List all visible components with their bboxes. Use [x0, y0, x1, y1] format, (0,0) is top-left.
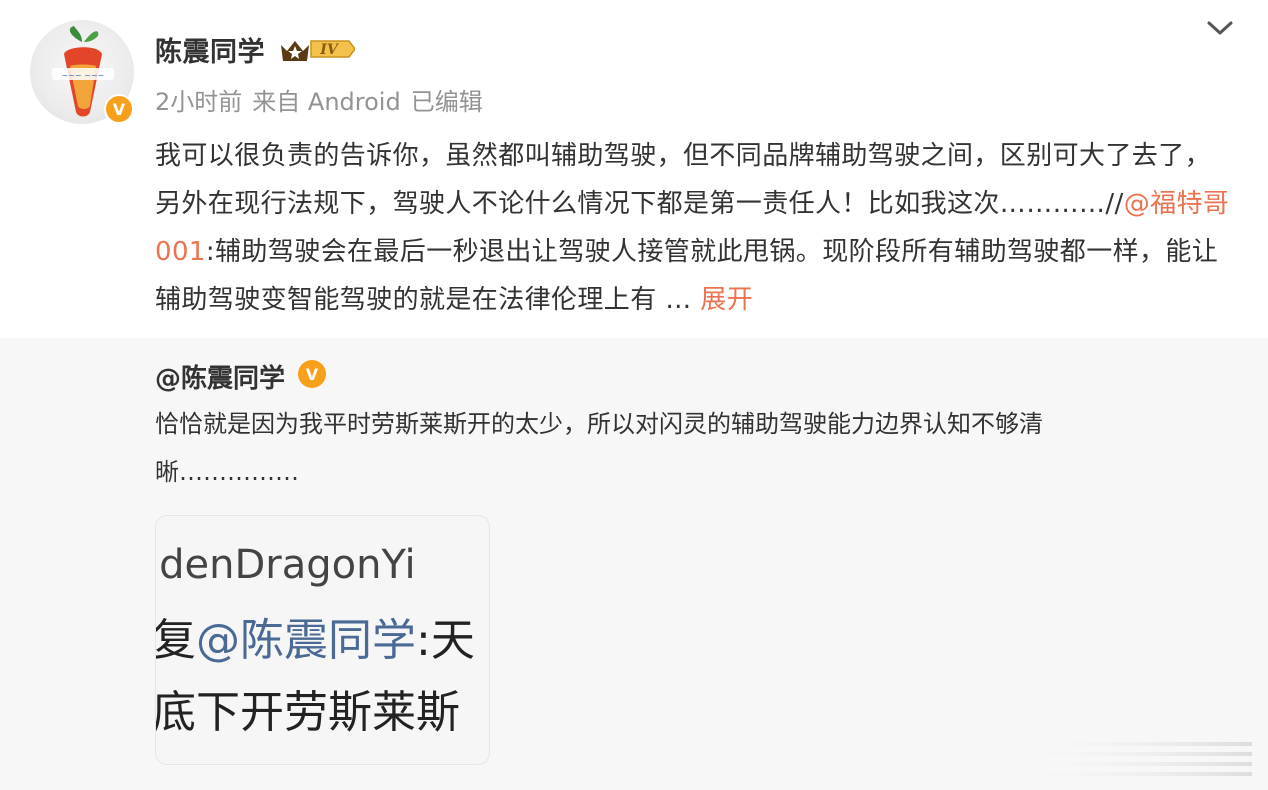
repost-author-name[interactable]: @陈震同学 [155, 358, 285, 395]
post-time[interactable]: 2小时前 [155, 88, 242, 116]
repost-image-thumbnail[interactable]: ldenDragonYi 复@陈震同学:天 底下开劳斯莱斯 [155, 515, 490, 765]
weibo-post: ~~~ ~~~ V 陈震同学 IV 2小时前 来自 Android 已编辑 我可以很… [0, 0, 1268, 338]
post-author-name[interactable]: 陈震同学 [155, 30, 265, 69]
post-meta: 2小时前 来自 Android 已编辑 [155, 82, 493, 117]
chevron-down-icon[interactable] [1203, 14, 1237, 42]
svg-text:~~~ ~~~: ~~~ ~~~ [62, 71, 105, 80]
post-text-body: 我可以很负责的告诉你，虽然都叫辅助驾驶，但不同品牌辅助驾驶之间，区别可大了去了，… [155, 141, 1212, 219]
repost-text: 恰恰就是因为我平时劳斯莱斯开的太少，所以对闪灵的辅助驾驶能力边界认知不够清晰……… [155, 410, 1043, 486]
post-text-body-cont: :辅助驾驶会在最后一秒退出让驾驶人接管就此甩锅。现阶段所有辅助驾驶都一样，能让辅… [155, 237, 1219, 315]
expand-link[interactable]: 展开 [700, 285, 753, 315]
image-stack-icon [1016, 742, 1252, 776]
post-edited-label[interactable]: 已编辑 [411, 88, 483, 116]
post-text: 我可以很负责的告诉你，虽然都叫辅助驾驶，但不同品牌辅助驾驶之间，区别可大了去了，… [155, 132, 1235, 324]
verified-v-icon: V [104, 94, 134, 124]
level-badge-text: IV [319, 42, 340, 58]
thumb-text-line1: ldenDragonYi [155, 542, 416, 588]
thumb-line2-suffix: :天 [416, 615, 475, 666]
thumb-text-line3: 底下开劳斯莱斯 [155, 687, 460, 738]
thumb-line2-prefix: 复 [155, 615, 196, 666]
verified-v-icon: V [298, 360, 326, 388]
crown-level-icon[interactable]: IV [279, 35, 355, 63]
post-source: 来自 Android [252, 88, 401, 116]
thumb-text-line2: 复@陈震同学:天 [155, 604, 475, 668]
thumb-line2-mention: @陈震同学 [196, 615, 416, 666]
repost-card[interactable]: @陈震同学 V 恰恰就是因为我平时劳斯莱斯开的太少，所以对闪灵的辅助驾驶能力边界… [0, 338, 1268, 790]
